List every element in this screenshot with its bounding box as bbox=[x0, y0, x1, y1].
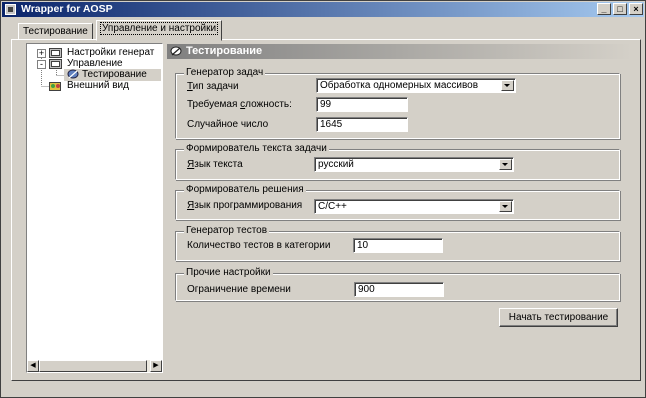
difficulty-label: Требуемая сложность: bbox=[187, 99, 292, 110]
tab-testing[interactable]: Тестирование bbox=[18, 23, 93, 40]
text-language-value: русский bbox=[318, 159, 354, 170]
main-window: Wrapper for AOSP _ □ × Тестирование Упра… bbox=[0, 0, 646, 398]
task-type-label: Тип задачи bbox=[187, 81, 239, 92]
group-legend: Формирователь текста задачи bbox=[184, 143, 329, 155]
scroll-left-arrow-icon[interactable]: ◀ bbox=[27, 360, 39, 372]
chevron-down-icon[interactable] bbox=[499, 159, 512, 170]
folder-icon bbox=[49, 59, 62, 69]
programming-language-label: Язык программирования bbox=[187, 200, 303, 211]
maximize-button[interactable]: □ bbox=[613, 3, 627, 15]
tab-testing-label: Тестирование bbox=[23, 26, 88, 37]
tests-count-label: Количество тестов в категории bbox=[187, 240, 331, 251]
tab-management-settings-label: Управление и настройки bbox=[99, 22, 219, 35]
group-legend: Генератор тестов bbox=[184, 225, 270, 237]
minimize-button[interactable]: _ bbox=[597, 3, 611, 15]
group-legend: Формирователь решения bbox=[184, 184, 306, 196]
text-language-label: Язык текста bbox=[187, 159, 243, 170]
app-icon bbox=[5, 4, 16, 15]
difficulty-input[interactable]: 99 bbox=[316, 97, 408, 112]
tree-item-appearance[interactable]: Внешний вид bbox=[27, 80, 162, 92]
tree-horizontal-scrollbar[interactable]: ◀ ▶ bbox=[27, 360, 162, 372]
time-limit-label: Ограничение времени bbox=[187, 284, 291, 295]
task-type-select[interactable]: Обработка одномерных массивов bbox=[316, 78, 516, 93]
collapse-icon[interactable]: - bbox=[37, 60, 46, 69]
close-button[interactable]: × bbox=[629, 3, 643, 15]
group-legend: Прочие настройки bbox=[184, 267, 273, 279]
programming-language-value: C/C++ bbox=[318, 201, 347, 212]
expand-icon[interactable]: + bbox=[37, 49, 46, 58]
panel-title: Тестирование bbox=[186, 45, 263, 57]
random-number-label: Случайное число bbox=[187, 119, 269, 130]
text-language-select[interactable]: русский bbox=[314, 157, 514, 172]
panel-header: Тестирование bbox=[167, 44, 632, 59]
time-limit-input[interactable]: 900 bbox=[354, 282, 444, 297]
chevron-down-icon[interactable] bbox=[501, 80, 514, 91]
tests-count-input[interactable]: 10 bbox=[353, 238, 443, 253]
appearance-icon bbox=[49, 82, 61, 91]
title-bar: Wrapper for AOSP _ □ × bbox=[2, 2, 644, 17]
satellite-dish-icon bbox=[170, 46, 182, 56]
folder-icon bbox=[49, 48, 62, 58]
scrollbar-thumb[interactable] bbox=[39, 360, 147, 372]
random-number-input[interactable]: 1645 bbox=[316, 117, 408, 132]
tab-management-settings[interactable]: Управление и настройки bbox=[96, 20, 223, 41]
window-title: Wrapper for AOSP bbox=[21, 3, 113, 15]
start-testing-button[interactable]: Начать тестирование bbox=[499, 308, 618, 327]
group-legend: Генератор задач bbox=[184, 67, 266, 79]
satellite-dish-icon bbox=[67, 69, 79, 79]
settings-tree[interactable]: + Настройки генерат - Управление Тестиро… bbox=[26, 43, 163, 373]
programming-language-select[interactable]: C/C++ bbox=[314, 199, 514, 214]
scroll-right-arrow-icon[interactable]: ▶ bbox=[150, 360, 162, 372]
chevron-down-icon[interactable] bbox=[499, 201, 512, 212]
tree-item-label: Внешний вид bbox=[67, 80, 129, 91]
task-type-value: Обработка одномерных массивов bbox=[320, 80, 479, 91]
